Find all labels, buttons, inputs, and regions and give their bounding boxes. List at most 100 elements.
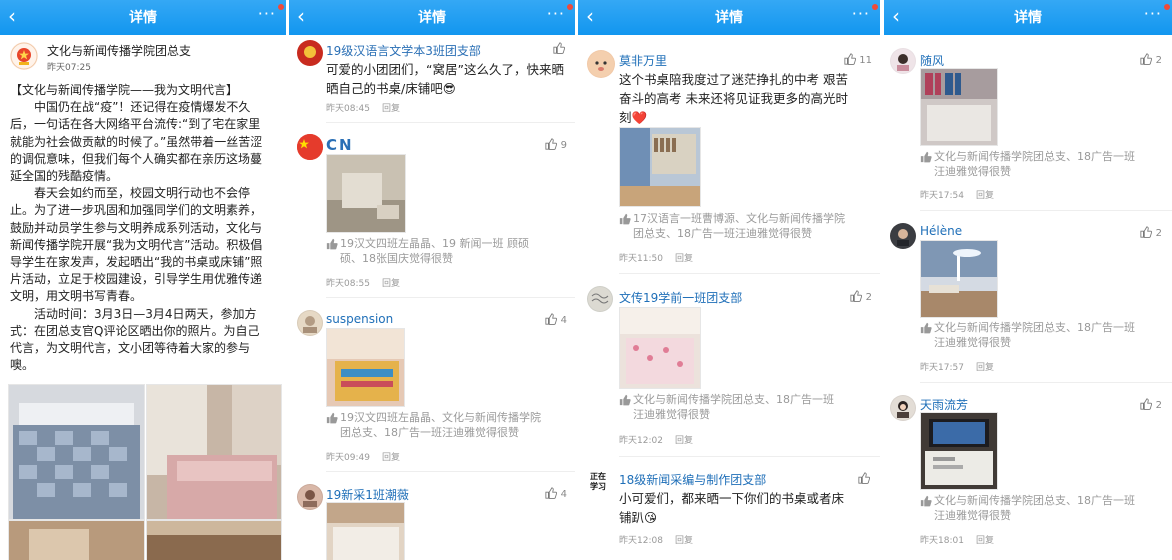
- comment-photo[interactable]: [920, 412, 998, 490]
- post-photo-room[interactable]: [8, 520, 145, 560]
- reply-link[interactable]: 回复: [675, 536, 693, 546]
- comment-meta: 昨天17:57 回复: [920, 360, 994, 373]
- commenter-name[interactable]: 文传19学前一班团支部: [619, 289, 742, 306]
- commenter-avatar[interactable]: 正在学习: [587, 470, 613, 496]
- reply-link[interactable]: 回复: [976, 191, 994, 201]
- post-line: 就能为社会做贡献的时候了。”虽然带着一丝苦涩: [10, 134, 263, 149]
- comment-time: 昨天17:57: [920, 363, 964, 373]
- like-button[interactable]: 2: [1140, 226, 1162, 239]
- liked-by-line: 团总支、18广告一班汪迪雅觉得很赞: [340, 426, 519, 439]
- comment-photo[interactable]: [326, 154, 406, 233]
- user-photo-icon: [298, 311, 322, 335]
- like-button[interactable]: 2: [1140, 53, 1162, 66]
- post-line: 文明，用文明书写青春。: [10, 289, 143, 304]
- liked-by-line: 汪迪雅觉得很赞: [633, 408, 710, 421]
- post-line: 延全国的残酷疫情。: [10, 169, 119, 184]
- comment-meta: 昨天12:02 回复: [619, 433, 693, 446]
- post-photo-bed-grey[interactable]: [8, 384, 145, 520]
- comment-photo[interactable]: [920, 68, 998, 146]
- post-body: 【文化与新闻传播学院——我为文明代言】 中国仍在战“疫”！还记得在疫情爆发不久 …: [10, 82, 282, 374]
- like-count: 11: [859, 55, 872, 66]
- author-avatar[interactable]: [10, 42, 38, 70]
- comment-time: 昨天11:50: [619, 254, 663, 264]
- commenter-avatar[interactable]: [587, 286, 613, 312]
- like-button[interactable]: [553, 42, 565, 55]
- reply-link[interactable]: 回复: [382, 104, 400, 114]
- comment-photo[interactable]: [619, 127, 701, 207]
- liked-by: 文化与新闻传播学院团总支、18广告一班 汪迪雅觉得很赞: [920, 493, 1168, 523]
- comment-meta: 昨天12:08 回复: [619, 533, 693, 546]
- like-button[interactable]: 9: [545, 138, 567, 151]
- divider: [326, 471, 575, 472]
- like-button[interactable]: [858, 472, 870, 485]
- notification-dot: [278, 4, 284, 10]
- divider: [619, 456, 880, 457]
- commenter-name[interactable]: 19新采1班潮薇: [326, 486, 409, 503]
- like-button[interactable]: 4: [545, 487, 567, 500]
- more-icon[interactable]: ···: [852, 4, 870, 23]
- like-count: 4: [560, 315, 567, 326]
- comment-photo[interactable]: [920, 240, 998, 318]
- commenter-name[interactable]: CN: [326, 136, 354, 154]
- like-button[interactable]: 2: [1140, 398, 1162, 411]
- commenter-avatar[interactable]: [890, 48, 916, 74]
- header-title: 详情: [715, 10, 743, 26]
- reply-link[interactable]: 回复: [976, 536, 994, 546]
- comment-line: 奋斗的高考 未来还将见证我更多的高光时: [619, 91, 848, 106]
- commenter-name[interactable]: 莫非万里: [619, 52, 667, 69]
- commenter-name[interactable]: 天雨流芳: [920, 396, 968, 413]
- thumbs-up-small-icon: [619, 213, 631, 225]
- comment-line: 小可爱们，都来晒一下你们的书桌或者床: [619, 491, 845, 506]
- commenter-avatar[interactable]: [297, 484, 323, 510]
- commenter-avatar[interactable]: [587, 50, 615, 78]
- commenter-name[interactable]: 18级新闻采编与制作团支部: [619, 471, 766, 488]
- commenter-avatar[interactable]: [297, 40, 323, 66]
- thumbs-up-icon: [1140, 398, 1153, 410]
- commenter-avatar[interactable]: [890, 223, 916, 249]
- thumbs-up-icon: [545, 487, 558, 499]
- thumbs-up-icon: [1140, 226, 1153, 238]
- comment-photo[interactable]: [326, 328, 405, 407]
- comment-line: 刻❤️: [619, 110, 648, 125]
- like-button[interactable]: 4: [545, 313, 567, 326]
- reply-link[interactable]: 回复: [675, 254, 693, 264]
- commenter-name[interactable]: 19级汉语言文学本3班团支部: [326, 42, 481, 59]
- liked-by: 文化与新闻传播学院团总支、18广告一班 汪迪雅觉得很赞: [920, 320, 1168, 350]
- more-icon[interactable]: ···: [547, 4, 565, 23]
- author-name[interactable]: 文化与新闻传播学院团总支: [47, 42, 191, 59]
- comments-panel-3: ‹ 详情 ··· 莫非万里 11 这个书桌陪我度过了迷茫挣扎的中考 艰苦 奋斗的…: [578, 0, 880, 560]
- commenter-name[interactable]: Hélène: [920, 224, 962, 238]
- reply-link[interactable]: 回复: [675, 436, 693, 446]
- avatar-text: 正在学习: [590, 472, 606, 491]
- comment-meta: 昨天08:45 回复: [326, 101, 400, 114]
- commenter-name[interactable]: suspension: [326, 312, 393, 326]
- comments-panel-2: ‹ 详情 ··· 19级汉语言文学本3班团支部 可爱的小团团们，“窝居”这么久了…: [289, 0, 575, 560]
- comment-photo[interactable]: [619, 307, 701, 389]
- liked-by: 17汉语言一班曹博源、文化与新闻传播学院 团总支、18广告一班汪迪雅觉得很赞: [619, 211, 877, 241]
- post-photo-bed-pink[interactable]: [146, 384, 282, 520]
- like-button[interactable]: 11: [844, 53, 872, 66]
- comment-time: 昨天12:08: [619, 536, 663, 546]
- commenter-avatar[interactable]: [890, 395, 916, 421]
- reply-link[interactable]: 回复: [976, 363, 994, 373]
- more-icon[interactable]: ···: [258, 4, 276, 23]
- reply-link[interactable]: 回复: [382, 453, 400, 463]
- reply-link[interactable]: 回复: [382, 279, 400, 289]
- commenter-avatar[interactable]: [297, 134, 323, 160]
- post-photo-desk[interactable]: [146, 520, 282, 560]
- liked-by-line: 文化与新闻传播学院团总支、18广告一班: [934, 494, 1135, 507]
- user-photo-icon: [298, 485, 322, 509]
- header-bar: ‹ 详情 ···: [578, 0, 880, 35]
- like-button[interactable]: 2: [850, 290, 872, 303]
- like-count: 4: [560, 489, 567, 500]
- liked-by-line: 汪迪雅觉得很赞: [934, 336, 1011, 349]
- divider: [326, 297, 575, 298]
- more-icon[interactable]: ···: [1144, 4, 1162, 23]
- comment-photo[interactable]: [326, 502, 405, 560]
- thumbs-up-small-icon: [619, 394, 631, 406]
- comment-meta: 昨天08:55 回复: [326, 276, 400, 289]
- commenter-avatar[interactable]: [297, 310, 323, 336]
- liked-by: 文化与新闻传播学院团总支、18广告一班 汪迪雅觉得很赞: [619, 392, 877, 422]
- commenter-name[interactable]: 随风: [920, 52, 944, 69]
- comment-text: 可爱的小团团们，“窝居”这么久了，快来晒 晒自己的书桌/床铺吧😎: [326, 60, 571, 98]
